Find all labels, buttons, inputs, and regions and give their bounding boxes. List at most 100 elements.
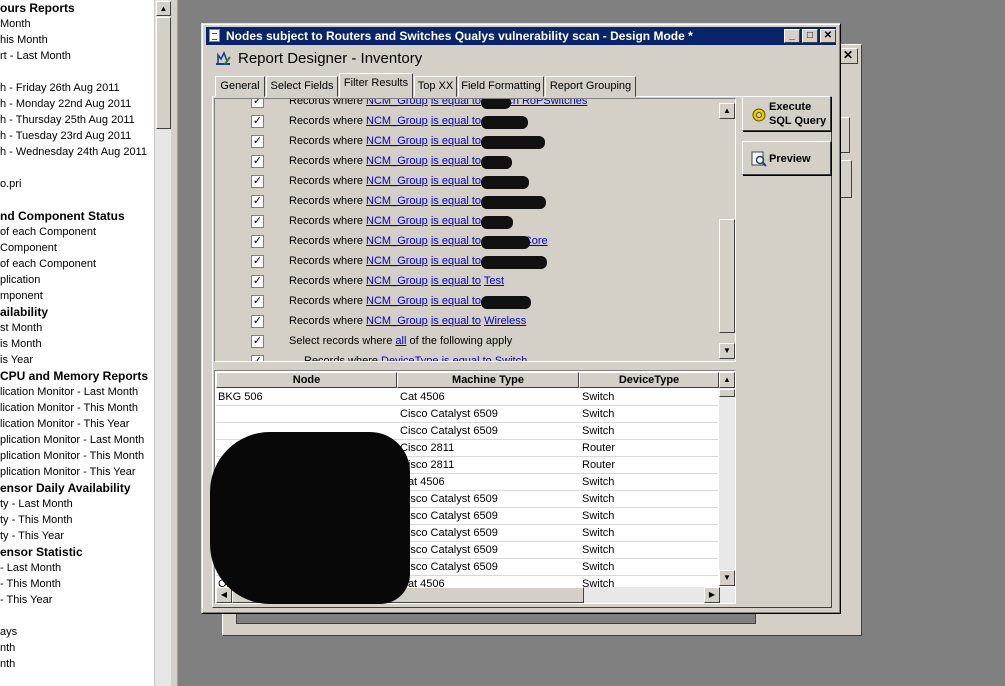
filter-checkbox[interactable]: ✓ xyxy=(251,175,264,188)
tree-item[interactable]: plication xyxy=(0,273,40,287)
filter-field-link[interactable]: NCM_Group xyxy=(366,115,428,127)
tree-item[interactable]: Component xyxy=(0,241,57,255)
tree-item[interactable]: st Month xyxy=(0,321,42,335)
tree-item[interactable]: ours Reports xyxy=(0,1,75,15)
filter-operator-link[interactable]: is equal to xyxy=(431,315,481,327)
filter-operator-link[interactable]: is equal to xyxy=(431,155,481,167)
tree-item[interactable]: of each Component xyxy=(0,257,96,271)
tab-top-xx[interactable]: Top XX xyxy=(414,76,457,97)
execute-sql-query-button[interactable]: Execute SQL Query xyxy=(742,96,831,131)
filter-field-link[interactable]: NCM_Group xyxy=(366,235,428,247)
tree-item[interactable]: h - Monday 22nd Aug 2011 xyxy=(0,97,131,111)
background-close-icon[interactable]: ✕ xyxy=(838,48,858,64)
tree-item[interactable]: his Month xyxy=(0,33,48,47)
filter-field-link[interactable]: NCM_Group xyxy=(366,275,428,287)
tree-item[interactable]: ty - Last Month xyxy=(0,497,73,511)
tree-item[interactable]: rt - Last Month xyxy=(0,49,71,63)
filter-group-checkbox[interactable]: ✓ xyxy=(251,335,264,348)
scroll-up-arrow-icon[interactable]: ▲ xyxy=(156,1,171,16)
filter-operator-link[interactable]: is equal to xyxy=(431,175,481,187)
tab-field-formatting[interactable]: Field Formatting xyxy=(458,76,544,97)
tree-item[interactable]: Month xyxy=(0,17,31,31)
tree-item[interactable]: h - Thursday 25th Aug 2011 xyxy=(0,113,135,127)
tab-select-fields[interactable]: Select Fields xyxy=(266,76,338,97)
tree-scroll-thumb[interactable] xyxy=(156,17,171,129)
tree-item[interactable]: h - Friday 26th Aug 2011 xyxy=(0,81,120,95)
filter-checkbox[interactable]: ✓ xyxy=(251,135,264,148)
tree-item[interactable]: nd Component Status xyxy=(0,209,125,223)
tree-item[interactable]: lication Monitor - This Month xyxy=(0,401,138,415)
tree-item[interactable]: o.pri xyxy=(0,177,21,191)
filter-operator-link[interactable]: is equal to xyxy=(431,195,481,207)
column-header-machine-type[interactable]: Machine Type xyxy=(397,372,579,388)
filter-checkbox[interactable]: ✓ xyxy=(251,215,264,228)
scroll-down-arrow-icon[interactable]: ▼ xyxy=(719,343,735,359)
filter-checkbox[interactable]: ✓ xyxy=(251,235,264,248)
tab-report-grouping[interactable]: Report Grouping xyxy=(545,76,636,97)
tree-item[interactable]: CPU and Memory Reports xyxy=(0,369,148,383)
column-header-device-type[interactable]: DeviceType xyxy=(579,372,719,388)
scroll-left-arrow-icon[interactable]: ◀ xyxy=(216,587,232,603)
filter-checkbox[interactable]: ✓ xyxy=(251,99,264,108)
filter-value-link[interactable]: Wireless xyxy=(484,315,526,327)
title-bar[interactable]: Nodes subject to Routers and Switches Qu… xyxy=(206,27,836,45)
tree-item[interactable]: is Month xyxy=(0,337,42,351)
tree-item[interactable]: ensor Daily Availability xyxy=(0,481,131,495)
filter-checkbox[interactable]: ✓ xyxy=(251,315,264,328)
scroll-up-arrow-icon[interactable]: ▲ xyxy=(719,372,735,388)
filter-checkbox[interactable]: ✓ xyxy=(251,255,264,268)
tree-item[interactable]: ays xyxy=(0,625,17,639)
filter-checkbox[interactable]: ✓ xyxy=(251,295,264,308)
tab-general[interactable]: General xyxy=(215,76,265,97)
tree-item[interactable]: lication Monitor - This Year xyxy=(0,417,129,431)
tree-item[interactable]: - Last Month xyxy=(0,561,61,575)
filter-checkbox[interactable]: ✓ xyxy=(251,195,264,208)
filter-operator-link[interactable]: is equal to xyxy=(431,255,481,267)
tree-item[interactable]: - This Year xyxy=(0,593,52,607)
minimize-icon[interactable]: _ xyxy=(784,29,800,43)
tree-item[interactable]: ty - This Year xyxy=(0,529,64,543)
preview-button[interactable]: Preview xyxy=(742,141,831,175)
tab-filter-results[interactable]: Filter Results xyxy=(339,73,413,98)
table-row[interactable]: BKG 506 Cat 4506 Switch xyxy=(216,389,718,406)
filter-operator-link[interactable]: is equal to xyxy=(431,215,481,227)
tree-scrollbar[interactable]: ▲ xyxy=(154,0,171,686)
maximize-icon[interactable]: □ xyxy=(802,29,818,43)
tree-item[interactable]: of each Component xyxy=(0,225,96,239)
filter-operator-link[interactable]: is equal to xyxy=(431,115,481,127)
sub-field-link[interactable]: DeviceType xyxy=(381,355,438,361)
filter-field-link[interactable]: NCM_Group xyxy=(366,315,428,327)
tree-item[interactable]: nth xyxy=(0,657,15,671)
tree-item[interactable]: lication Monitor - Last Month xyxy=(0,385,138,399)
filter-checkbox[interactable]: ✓ xyxy=(251,115,264,128)
filter-field-link[interactable]: NCM_Group xyxy=(366,155,428,167)
tree-item[interactable]: plication Monitor - This Month xyxy=(0,449,144,463)
tree-item[interactable]: ailability xyxy=(0,305,48,319)
table-row[interactable]: Cisco Catalyst 6509 Switch xyxy=(216,406,718,423)
filter-checkbox[interactable]: ✓ xyxy=(251,155,264,168)
grid-vscroll-thumb[interactable] xyxy=(719,389,735,397)
tree-item[interactable]: is Year xyxy=(0,353,33,367)
grid-vertical-scrollbar[interactable]: ▲ ▼ xyxy=(719,372,735,586)
tree-item[interactable]: plication Monitor - This Year xyxy=(0,465,136,479)
column-header-node[interactable]: Node xyxy=(216,372,397,388)
filter-operator-link[interactable]: is equal to xyxy=(431,135,481,147)
filter-scrollbar[interactable]: ▲ ▼ xyxy=(719,103,735,359)
tree-item[interactable]: plication Monitor - Last Month xyxy=(0,433,144,447)
filter-operator-link[interactable]: is equal to xyxy=(431,235,481,247)
scroll-right-arrow-icon[interactable]: ▶ xyxy=(704,587,720,603)
tree-item[interactable]: nth xyxy=(0,641,15,655)
filter-value-link[interactable]: Test xyxy=(484,275,504,287)
filter-checkbox[interactable]: ✓ xyxy=(251,275,264,288)
filter-field-link[interactable]: NCM_Group xyxy=(366,215,428,227)
tree-item[interactable]: mponent xyxy=(0,289,43,303)
filter-field-link[interactable]: NCM_Group xyxy=(366,99,428,107)
filter-field-link[interactable]: NCM_Group xyxy=(366,295,428,307)
tree-item[interactable]: h - Wednesday 24th Aug 2011 xyxy=(0,145,147,159)
scroll-down-arrow-icon[interactable]: ▼ xyxy=(719,570,735,586)
tree-item[interactable]: ty - This Month xyxy=(0,513,73,527)
filter-operator-link[interactable]: is equal to xyxy=(431,295,481,307)
filter-field-link[interactable]: NCM_Group xyxy=(366,175,428,187)
filter-operator-link[interactable]: is equal to xyxy=(431,275,481,287)
filter-field-link[interactable]: NCM_Group xyxy=(366,255,428,267)
